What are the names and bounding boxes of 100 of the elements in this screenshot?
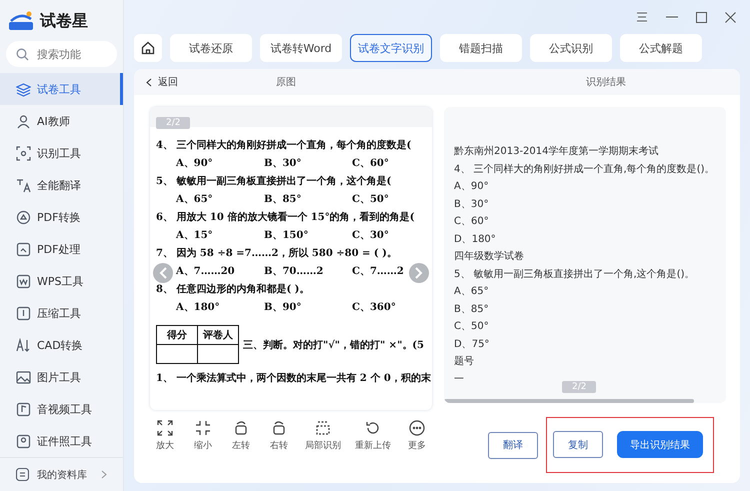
toolbar-button[interactable]: 局部识别 [302, 420, 344, 452]
result-text: A、65° [454, 285, 489, 299]
home-icon [141, 41, 155, 55]
option-text: C、360° [352, 301, 396, 315]
tool-icon [16, 306, 31, 320]
toolbar-button[interactable]: 缩小 [188, 420, 218, 452]
option-text: B、70……2 [264, 265, 324, 279]
result-text: 一 [454, 372, 464, 386]
toolbar-button[interactable]: 重新上传 [352, 420, 394, 452]
sidebar-item[interactable]: AI教师 [0, 105, 123, 137]
option-text: C、60° [352, 157, 389, 171]
sidebar-item[interactable]: 压缩工具 [0, 297, 123, 329]
option-text: B、150° [264, 229, 310, 243]
minimize-icon[interactable] [666, 16, 678, 18]
tool-icon [16, 402, 31, 416]
result-text: 5、 敏敏用一副三角板直接拼出了一个角,这个角是()。 [454, 268, 695, 282]
result-text: D、180° [454, 232, 496, 246]
result-heading: 识别结果 [586, 76, 626, 89]
sidebar-item[interactable]: PDF转换 [0, 201, 123, 233]
result-text: 题号 [454, 355, 474, 369]
list-icon [16, 468, 29, 481]
chevron-left-icon [146, 78, 152, 86]
app-title: 试卷星 [40, 10, 88, 32]
toolbar-button[interactable]: 放大 [150, 420, 180, 452]
crop-icon [315, 420, 331, 436]
scrollbar[interactable] [444, 399, 694, 403]
rotate-icon [233, 420, 249, 436]
question-text: 4、 三个同样大的角刚好拼成一个直角，每个角的度数是( [156, 138, 412, 153]
close-icon[interactable] [725, 12, 736, 22]
maximize-icon[interactable] [696, 12, 707, 22]
section-title: 三、判断。对的打"√"，错的打" ×"。(5 [243, 338, 424, 352]
scan-icon [16, 146, 31, 160]
sidebar-item[interactable]: 全能翻译 [0, 169, 123, 201]
sidebar-item[interactable]: 图片工具 [0, 361, 123, 393]
app-logo-icon [8, 10, 34, 32]
menu-icon[interactable] [636, 12, 648, 22]
search-field[interactable]: 搜索功能 [6, 41, 117, 67]
tab[interactable]: 公式识别 [530, 34, 612, 62]
option-text: B、85° [264, 193, 302, 207]
toolbar-button[interactable]: 更多 [402, 420, 432, 452]
chevron-right-icon [415, 267, 423, 279]
sidebar-item[interactable]: PDF处理 [0, 233, 123, 265]
option-text: A、180° [176, 301, 221, 315]
question-text: 8、 任意四边形的内角和都是( )。 [156, 282, 310, 297]
tool-icon [16, 178, 31, 192]
chevron-left-icon [159, 267, 167, 279]
result-text: A、90° [454, 180, 489, 194]
expand-icon [157, 420, 173, 436]
tool-icon [16, 434, 31, 448]
sidebar-item[interactable]: 证件照工具 [0, 425, 123, 457]
tab[interactable]: 错题扫描 [440, 34, 522, 62]
option-text: A、7……20 [176, 265, 236, 279]
toolbar-button[interactable]: 右转 [264, 420, 294, 452]
export-button[interactable]: 导出识别结果 [617, 431, 703, 458]
question-text: 5、 敏敏用一副三角板直接拼出了一个角，这个角是( [156, 174, 392, 189]
table-header-cell: 评卷人 [198, 326, 238, 344]
layers-icon [16, 82, 31, 96]
sidebar-item[interactable]: 试卷工具 [0, 73, 123, 105]
option-text: A、15° [176, 229, 214, 243]
result-text: D、75° [454, 338, 490, 352]
people-icon [16, 114, 31, 128]
option-text: C、50° [352, 193, 389, 207]
back-link[interactable]: 返回 [146, 75, 276, 89]
table-header-cell: 得分 [156, 326, 198, 344]
result-text: C、50° [454, 320, 489, 334]
tab[interactable]: 试卷文字识别 [350, 34, 432, 62]
result-text: 四年级数学试卷 [454, 250, 524, 264]
tool-icon [16, 210, 31, 224]
option-text: C、7……2 [352, 265, 404, 279]
shrink-icon [195, 420, 211, 436]
rotate-icon [271, 420, 287, 436]
option-text: C、30° [352, 229, 389, 243]
tab[interactable]: 试卷还原 [170, 34, 252, 62]
sidebar-item[interactable]: 音视频工具 [0, 393, 123, 425]
page-badge: 2/2 [156, 117, 190, 129]
sidebar-item[interactable]: CAD转换 [0, 329, 123, 361]
result-text: B、85° [454, 302, 489, 316]
option-text: A、90° [176, 157, 214, 171]
option-text: B、30° [264, 157, 302, 171]
action-button[interactable]: 复制 [553, 431, 603, 458]
more-icon [409, 420, 425, 436]
result-text: 黔东南州2013-2014学年度第一学期期末考试 [454, 144, 659, 159]
original-heading: 原图 [276, 76, 297, 89]
tool-icon [16, 338, 31, 352]
question-text: 7、 因为 58 ÷8 =7……2，所以 580 ÷80 = ( )。 [156, 246, 398, 261]
result-text: 4、 三个同样大的角刚好拼成一个直角,每个角的度数是()。 [454, 162, 715, 176]
tool-icon [16, 274, 31, 288]
toolbar-button[interactable]: 左转 [226, 420, 256, 452]
undo-icon [365, 420, 381, 436]
tab[interactable]: 公式解题 [620, 34, 702, 62]
home-button[interactable] [134, 34, 162, 62]
result-text: C、60° [454, 215, 489, 229]
result-text: B、30° [454, 198, 489, 212]
sidebar-item[interactable]: WPS工具 [0, 265, 123, 297]
sidebar-item[interactable]: 识别工具 [0, 137, 123, 169]
library-item[interactable]: 我的资料库 [0, 457, 123, 491]
action-button[interactable]: 翻译 [488, 432, 538, 458]
page-badge: 2/2 [562, 381, 596, 393]
tab[interactable]: 试卷转Word [260, 34, 342, 62]
question-text: 6、 用放大 10 倍的放大镜看一个 15°的角，看到的角是( [156, 210, 416, 225]
